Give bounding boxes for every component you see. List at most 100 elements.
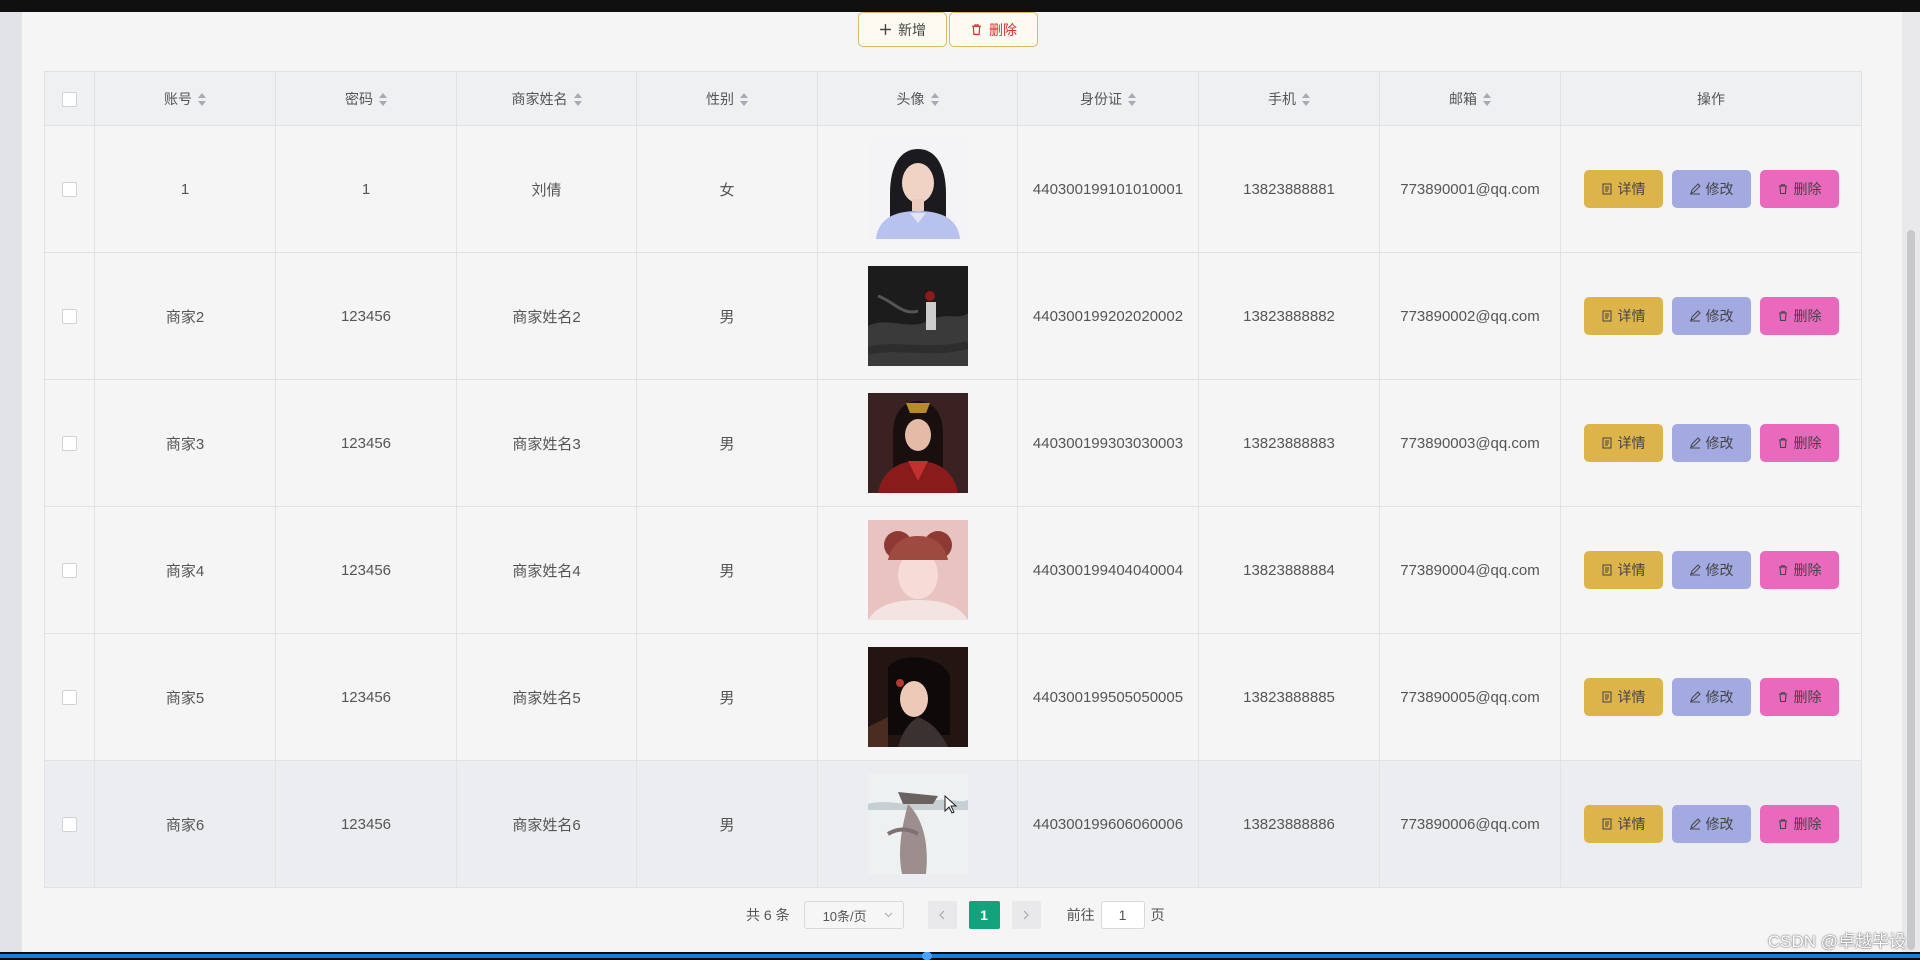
row-select-cell[interactable] xyxy=(44,252,95,380)
header-password[interactable]: 密码 xyxy=(275,71,457,126)
sort-caret-icon[interactable] xyxy=(573,93,582,107)
table-header-row: 账号 密码 商家姓名 性别 头像 身份证 手机 邮箱 操作 xyxy=(44,71,1862,126)
row-checkbox[interactable] xyxy=(62,817,77,833)
cell-phone: 13823888885 xyxy=(1198,633,1380,761)
header-phone[interactable]: 手机 xyxy=(1198,71,1380,126)
cell-password: 123456 xyxy=(275,506,457,634)
detail-button[interactable]: 详情 xyxy=(1583,678,1663,716)
edit-icon xyxy=(1689,564,1701,576)
cell-account: 商家6 xyxy=(94,760,276,888)
cell-name: 商家姓名3 xyxy=(456,379,637,507)
delete-button[interactable]: 删除 xyxy=(1759,805,1839,843)
row-checkbox[interactable] xyxy=(62,690,77,706)
delete-button[interactable]: 删除 xyxy=(1759,678,1839,716)
cell-account: 商家5 xyxy=(94,633,276,761)
avatar-image[interactable] xyxy=(819,647,1017,747)
cell-email: 773890003@qq.com xyxy=(1379,379,1561,507)
row-checkbox[interactable] xyxy=(62,436,77,452)
row-select-cell[interactable] xyxy=(44,633,95,761)
next-page-button[interactable] xyxy=(1011,901,1041,929)
edit-icon xyxy=(1689,437,1701,449)
avatar-image[interactable] xyxy=(819,774,1017,874)
vertical-scrollbar[interactable] xyxy=(1902,12,1920,952)
cell-avatar xyxy=(817,379,1018,507)
avatar-image[interactable] xyxy=(819,393,1017,493)
sort-caret-icon[interactable] xyxy=(930,93,939,107)
trash-icon xyxy=(1778,184,1787,195)
edit-button[interactable]: 修改 xyxy=(1671,805,1751,843)
bulk-delete-button[interactable]: 删除 xyxy=(949,12,1038,47)
edit-button[interactable]: 修改 xyxy=(1671,551,1751,589)
sort-caret-icon[interactable] xyxy=(1483,93,1491,107)
detail-button[interactable]: 详情 xyxy=(1583,297,1663,335)
cell-name: 刘倩 xyxy=(456,125,637,253)
chevron-down-icon xyxy=(884,912,892,918)
left-edge xyxy=(0,12,22,952)
watermark: CSDN @卓越毕设 xyxy=(1767,932,1906,951)
progress-knob[interactable] xyxy=(922,952,932,960)
edit-icon xyxy=(1689,818,1701,830)
avatar-image[interactable] xyxy=(819,520,1017,620)
avatar-image[interactable] xyxy=(819,266,1017,366)
cell-email: 773890001@qq.com xyxy=(1379,125,1561,253)
cell-email: 773890006@qq.com xyxy=(1379,760,1561,888)
delete-button[interactable]: 删除 xyxy=(1759,551,1839,589)
goto-prefix: 前往 xyxy=(1066,907,1095,923)
cell-password: 123456 xyxy=(275,760,457,888)
sort-caret-icon[interactable] xyxy=(1128,93,1136,107)
prev-page-button[interactable] xyxy=(927,901,957,929)
edit-button[interactable]: 修改 xyxy=(1671,678,1751,716)
header-actions: 操作 xyxy=(1560,71,1862,126)
cell-email: 773890004@qq.com xyxy=(1379,506,1561,634)
sort-caret-icon[interactable] xyxy=(740,93,748,107)
delete-button[interactable]: 删除 xyxy=(1759,170,1839,208)
row-select-cell[interactable] xyxy=(44,506,95,634)
header-id-card[interactable]: 身份证 xyxy=(1017,71,1199,126)
sort-caret-icon[interactable] xyxy=(379,93,387,107)
sort-caret-icon[interactable] xyxy=(1302,93,1310,107)
row-select-cell[interactable] xyxy=(44,760,95,888)
detail-button[interactable]: 详情 xyxy=(1583,805,1663,843)
header-select-all[interactable] xyxy=(44,71,95,126)
row-select-cell[interactable] xyxy=(44,125,95,253)
edit-icon xyxy=(1689,183,1701,195)
header-account[interactable]: 账号 xyxy=(94,71,276,126)
document-icon xyxy=(1602,691,1611,703)
cell-gender: 女 xyxy=(636,125,818,253)
sort-caret-icon[interactable] xyxy=(198,93,206,107)
select-all-checkbox[interactable] xyxy=(62,91,77,107)
cell-name: 商家姓名4 xyxy=(456,506,637,634)
edit-button[interactable]: 修改 xyxy=(1671,170,1751,208)
header-gender[interactable]: 性别 xyxy=(636,71,818,126)
cell-gender: 男 xyxy=(636,760,818,888)
pagination: 共 6 条 10条/页 1 前往 1 页 xyxy=(746,901,1165,929)
header-merchant-name[interactable]: 商家姓名 xyxy=(456,71,637,126)
cell-name: 商家姓名6 xyxy=(456,760,637,888)
row-checkbox[interactable] xyxy=(62,563,77,579)
goto-page-input[interactable]: 1 xyxy=(1100,901,1145,929)
scrollbar-thumb[interactable] xyxy=(1907,230,1915,950)
delete-button[interactable]: 删除 xyxy=(1759,424,1839,462)
trash-icon xyxy=(1778,692,1787,703)
detail-button[interactable]: 详情 xyxy=(1583,170,1663,208)
merchant-table: 账号 密码 商家姓名 性别 头像 身份证 手机 邮箱 操作 1 1 刘倩女 44030… xyxy=(44,71,1862,888)
cell-phone: 13823888881 xyxy=(1198,125,1380,253)
edit-button[interactable]: 修改 xyxy=(1671,424,1751,462)
row-checkbox[interactable] xyxy=(62,309,77,325)
add-button[interactable]: 新增 xyxy=(858,12,947,47)
header-avatar[interactable]: 头像 xyxy=(817,71,1018,126)
delete-button[interactable]: 删除 xyxy=(1759,297,1839,335)
cell-avatar xyxy=(817,633,1018,761)
row-actions: 详情 修改 删除 xyxy=(1562,170,1861,208)
page-number-current[interactable]: 1 xyxy=(968,901,1000,929)
detail-button[interactable]: 详情 xyxy=(1583,551,1663,589)
page-size-select[interactable]: 10条/页 xyxy=(803,901,904,929)
edit-button[interactable]: 修改 xyxy=(1671,297,1751,335)
row-select-cell[interactable] xyxy=(44,379,95,507)
row-checkbox[interactable] xyxy=(62,182,77,198)
cell-id-card: 440300199404040004 xyxy=(1017,506,1199,634)
avatar-image[interactable] xyxy=(819,139,1017,239)
header-email[interactable]: 邮箱 xyxy=(1379,71,1561,126)
detail-button[interactable]: 详情 xyxy=(1583,424,1663,462)
cell-gender: 男 xyxy=(636,633,818,761)
